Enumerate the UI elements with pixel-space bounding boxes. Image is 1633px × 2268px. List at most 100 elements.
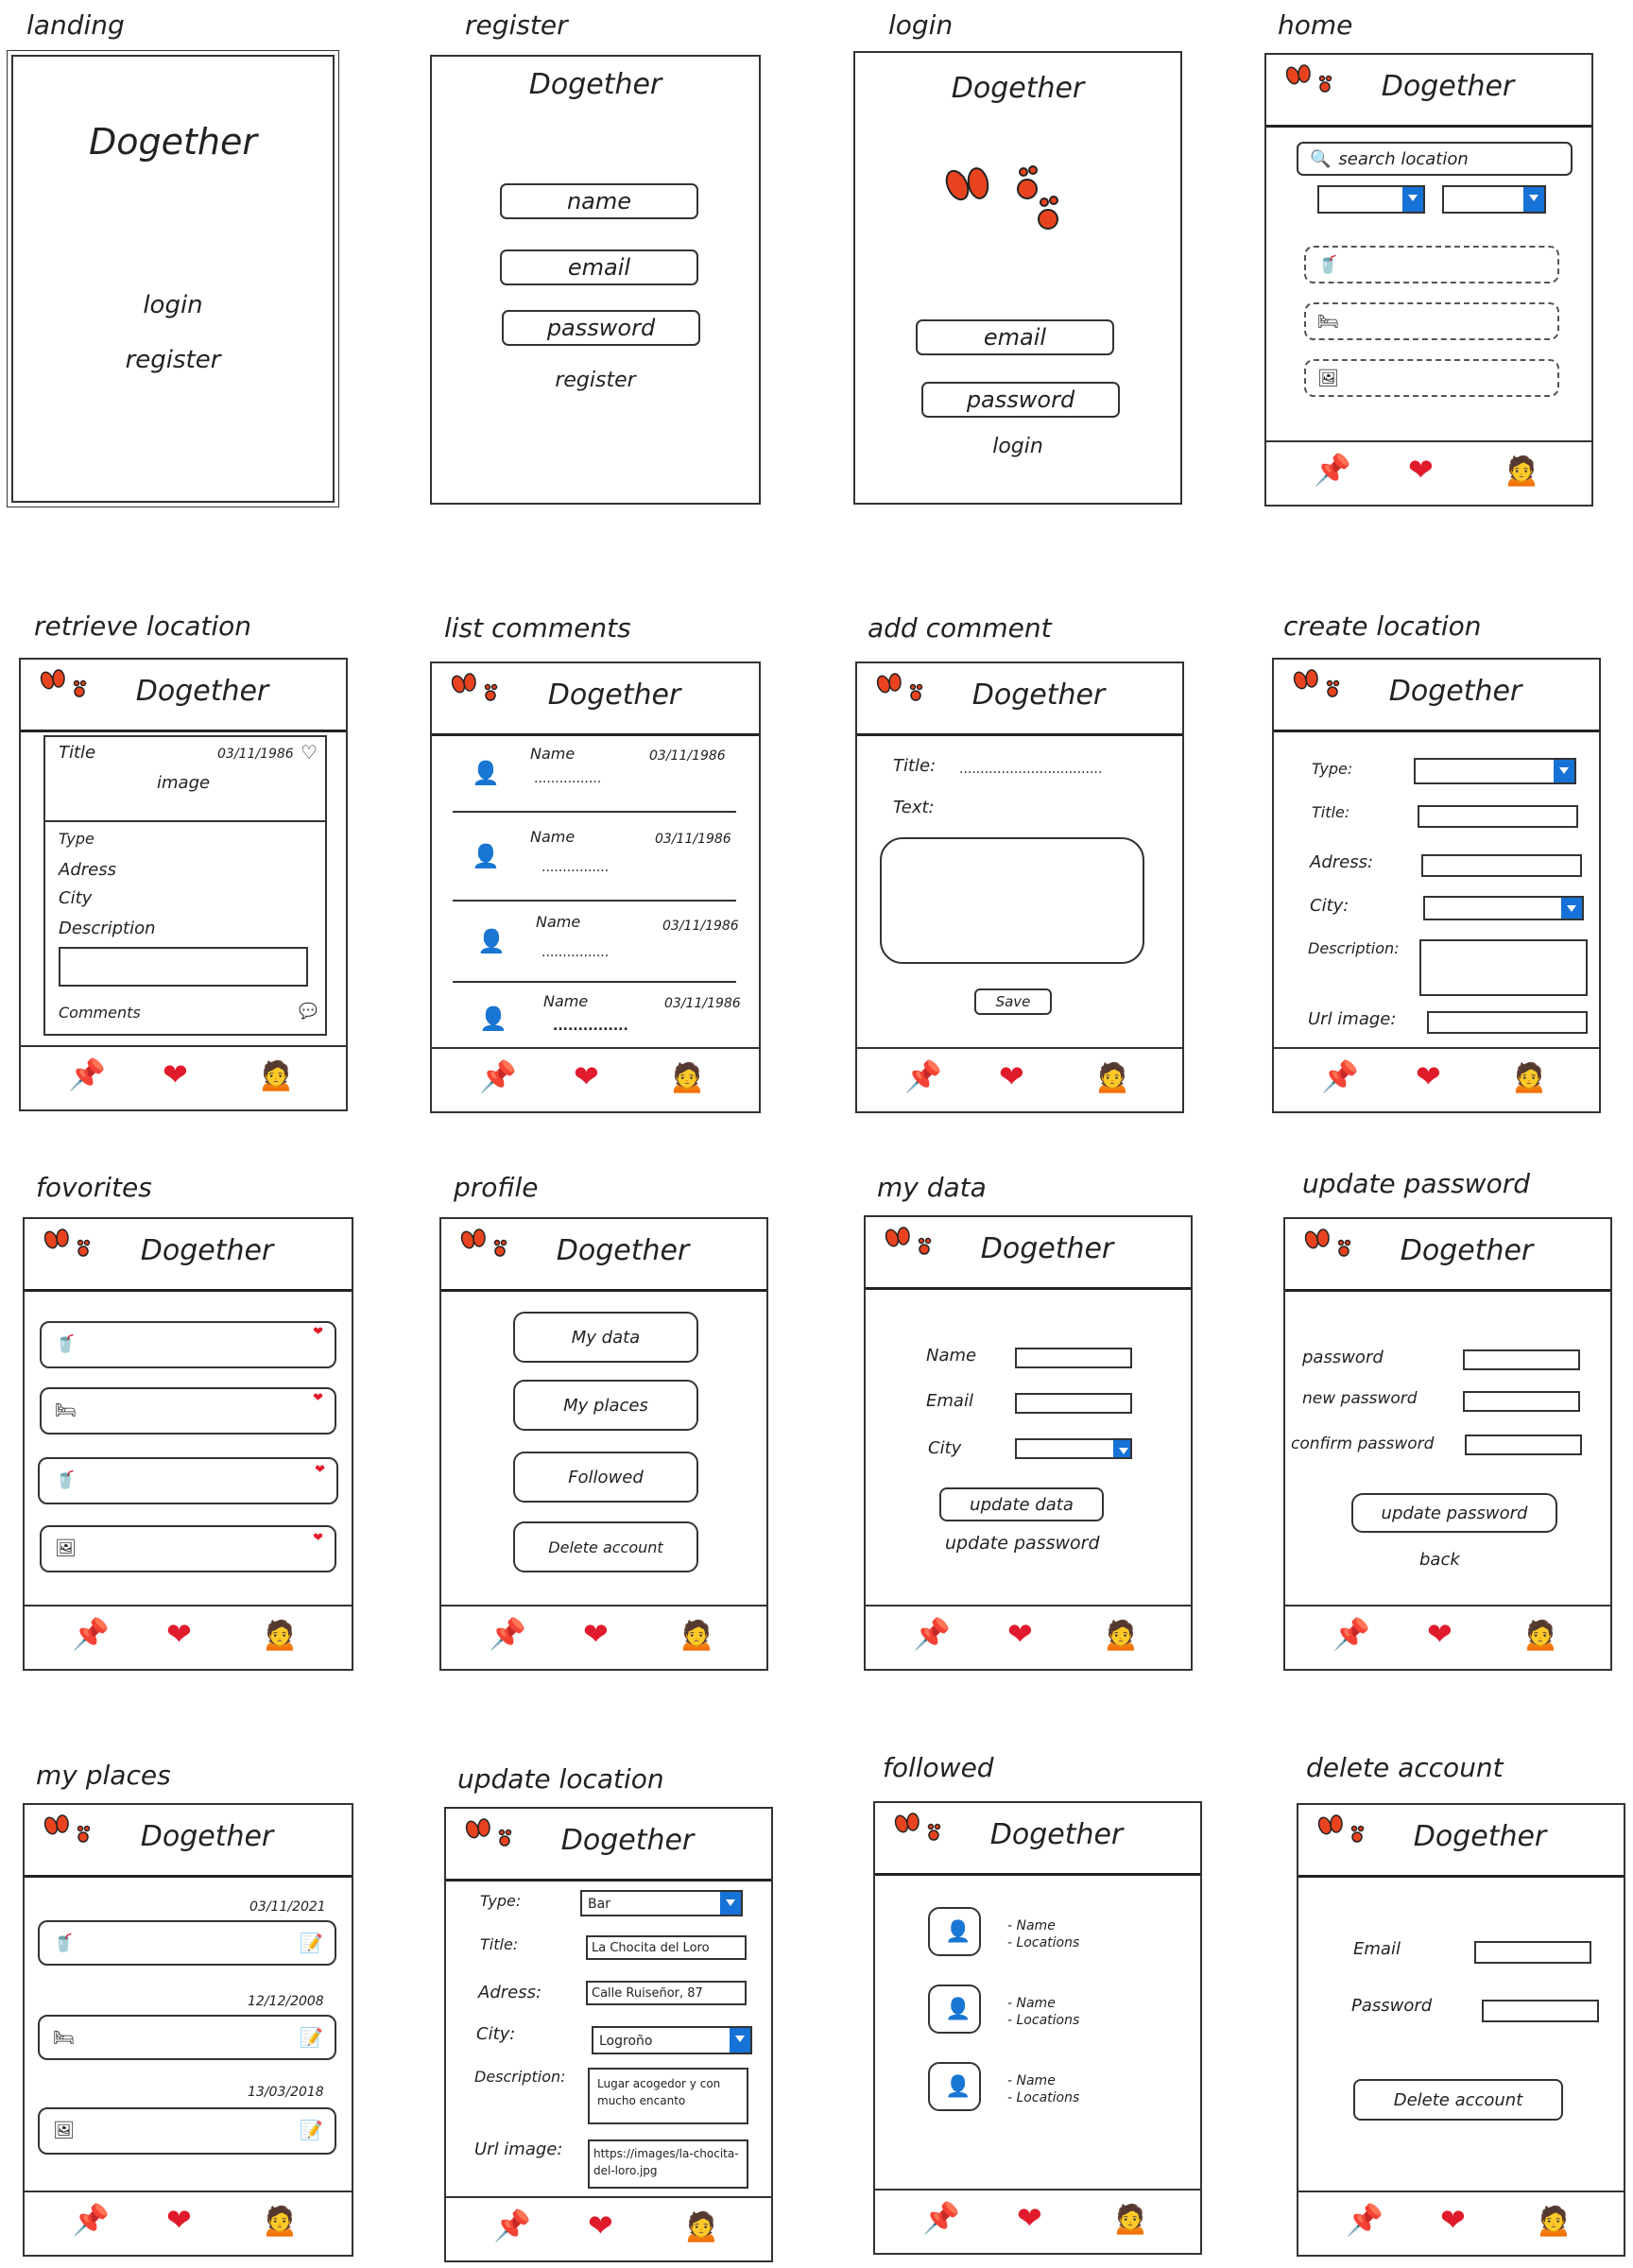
heart-icon[interactable]: ❤ (1408, 452, 1434, 488)
pushpin-icon[interactable]: 📌 (1332, 1616, 1370, 1652)
update-data-button[interactable]: update data (939, 1487, 1104, 1521)
pushpin-icon[interactable]: 📌 (922, 2200, 960, 2236)
edit-icon[interactable]: 📝 (300, 1932, 323, 1954)
save-button[interactable]: Save (974, 988, 1052, 1015)
heart-icon[interactable]: ❤ (1427, 1616, 1453, 1652)
user-icon[interactable]: 🙍 (257, 1057, 295, 1092)
description-input[interactable] (1419, 939, 1588, 996)
heart-icon[interactable]: ❤ (313, 1391, 323, 1405)
user-icon[interactable]: 🙍 (1535, 2202, 1573, 2238)
user-icon[interactable]: 🙍 (1102, 1616, 1140, 1652)
heart-icon[interactable]: ❤ (588, 2208, 613, 2243)
heart-icon[interactable]: ❤ (313, 1531, 323, 1545)
pushpin-icon[interactable]: 📌 (904, 1058, 942, 1094)
user-icon[interactable]: 🙍 (1503, 452, 1540, 488)
pushpin-icon[interactable]: 📌 (68, 1057, 106, 1092)
place-item[interactable]: 🖼 📝 (38, 2107, 336, 2155)
search-input[interactable]: 🔍 search location (1297, 142, 1573, 176)
confirm-password-input[interactable] (1465, 1435, 1582, 1455)
pushpin-icon[interactable]: 📌 (1314, 452, 1351, 488)
email-field[interactable]: email (916, 319, 1114, 355)
type-select[interactable] (1414, 758, 1576, 784)
email-field[interactable]: email (500, 249, 698, 285)
edit-icon[interactable]: 📝 (300, 2026, 323, 2049)
heart-icon[interactable]: ❤ (583, 1616, 609, 1652)
edit-icon[interactable]: 📝 (300, 2119, 323, 2141)
city-select[interactable]: Logroño (592, 2026, 752, 2054)
pushpin-icon[interactable]: 📌 (489, 1616, 526, 1652)
pushpin-icon[interactable]: 📌 (1321, 1058, 1359, 1094)
pushpin-icon[interactable]: 📌 (72, 2202, 110, 2238)
landing-login-link[interactable]: login (13, 291, 333, 319)
filter-select-2[interactable] (1442, 185, 1546, 214)
password-field[interactable]: password (921, 382, 1120, 418)
pushpin-icon[interactable]: 📌 (479, 1058, 517, 1094)
place-item[interactable]: 🥤 📝 (38, 1920, 336, 1966)
type-select[interactable]: Bar (580, 1890, 743, 1916)
list-item[interactable]: 🖼 (1304, 359, 1559, 397)
heart-icon[interactable]: ❤ (1440, 2202, 1466, 2238)
followed-button[interactable]: Followed (513, 1452, 698, 1503)
favorite-item[interactable]: 🛏 ❤ (40, 1387, 336, 1435)
heart-icon[interactable]: ❤ (1017, 2200, 1042, 2236)
delete-account-button[interactable]: Delete account (1353, 2079, 1563, 2121)
comment-textarea[interactable] (880, 837, 1144, 964)
filter-select-1[interactable] (1317, 185, 1425, 214)
city-select[interactable] (1423, 896, 1584, 920)
email-input[interactable] (1015, 1393, 1132, 1414)
heart-icon[interactable]: ❤ (166, 2202, 192, 2238)
back-link[interactable]: back (1419, 1550, 1460, 1570)
heart-icon[interactable]: ❤ (1416, 1058, 1441, 1094)
user-icon[interactable]: 🙍 (1510, 1058, 1548, 1094)
comments-link[interactable]: Comments (59, 1004, 141, 1022)
password-input[interactable] (1463, 1349, 1580, 1370)
pushpin-icon[interactable]: 📌 (72, 1616, 110, 1652)
new-password-input[interactable] (1463, 1391, 1580, 1412)
list-item[interactable]: 🛏 (1304, 302, 1559, 340)
user-icon[interactable]: 🙍 (1093, 1058, 1131, 1094)
title-input[interactable] (1418, 805, 1578, 828)
heart-icon[interactable]: ❤ (1007, 1616, 1033, 1652)
title-input[interactable]: La Chocita del Loro (586, 1935, 747, 1960)
user-icon[interactable]: 🙍 (678, 1616, 715, 1652)
list-item[interactable]: 🥤 (1304, 246, 1559, 284)
description-input[interactable]: Lugar acogedor y con mucho encanto (588, 2068, 748, 2124)
address-input[interactable] (1421, 854, 1582, 877)
delete-account-button[interactable]: Delete account (513, 1521, 698, 1572)
email-input[interactable] (1474, 1941, 1591, 1964)
city-select[interactable] (1015, 1438, 1132, 1459)
user-icon[interactable]: 🙍 (1521, 1616, 1559, 1652)
user-icon[interactable]: 🙍 (261, 1616, 299, 1652)
user-icon[interactable]: 🙍 (668, 1058, 706, 1094)
user-icon[interactable]: 🙍 (261, 2202, 299, 2238)
url-input[interactable]: https://images/la-chocita-del-loro.jpg (588, 2139, 748, 2189)
heart-outline-icon[interactable]: ♡ (301, 741, 318, 764)
user-icon[interactable]: 🙍 (682, 2208, 720, 2243)
heart-icon[interactable]: ❤ (999, 1058, 1024, 1094)
landing-register-link[interactable]: register (13, 346, 333, 374)
register-submit[interactable]: register (432, 369, 759, 392)
favorite-item[interactable]: 🥤 ❤ (40, 1321, 336, 1368)
address-input[interactable]: Calle Ruiseñor, 87 (586, 1981, 747, 2005)
update-password-button[interactable]: update password (1351, 1493, 1557, 1533)
followed-item[interactable]: 👤 - Name - Locations (928, 1984, 1117, 2037)
user-icon[interactable]: 🙍 (1111, 2200, 1149, 2236)
heart-icon[interactable]: ❤ (163, 1057, 188, 1092)
my-data-button[interactable]: My data (513, 1312, 698, 1363)
followed-item[interactable]: 👤 - Name - Locations (928, 1907, 1117, 1960)
pushpin-icon[interactable]: 📌 (493, 2208, 531, 2243)
name-input[interactable] (1015, 1348, 1132, 1368)
login-submit[interactable]: login (855, 435, 1180, 458)
password-input[interactable] (1482, 2000, 1599, 2022)
pushpin-icon[interactable]: 📌 (913, 1616, 951, 1652)
heart-icon[interactable]: ❤ (313, 1325, 323, 1339)
speech-bubble-icon[interactable]: 💬 (299, 1002, 318, 1020)
pushpin-icon[interactable]: 📌 (1346, 2202, 1384, 2238)
followed-item[interactable]: 👤 - Name - Locations (928, 2062, 1117, 2115)
my-places-button[interactable]: My places (513, 1380, 698, 1431)
heart-icon[interactable]: ❤ (315, 1463, 325, 1477)
name-field[interactable]: name (500, 183, 698, 219)
favorite-item[interactable]: 🥤 ❤ (38, 1457, 338, 1504)
url-input[interactable] (1427, 1011, 1588, 1034)
title-input[interactable]: .................................. (959, 762, 1102, 777)
